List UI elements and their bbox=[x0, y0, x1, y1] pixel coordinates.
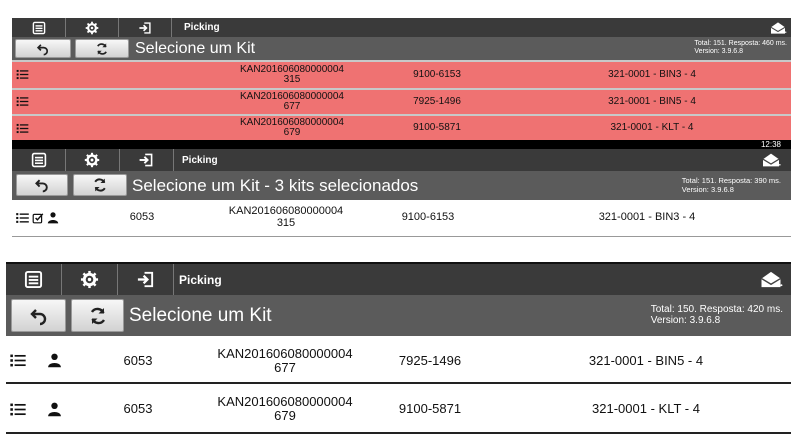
sign-in-icon bbox=[138, 21, 152, 35]
panel-kit-list-3: Picking Selecione um Kit Total: 150. Res… bbox=[6, 262, 791, 437]
kit-number: 6053 bbox=[123, 401, 153, 417]
table-row[interactable]: 6053 KAN201606080000004 679 9100-5871 321… bbox=[6, 386, 791, 434]
panel-kit-list-2: 12:38 Picking Selecione um Kit - 3 kits … bbox=[12, 140, 791, 237]
menu-button[interactable] bbox=[12, 18, 66, 37]
checkbox-checked-icon[interactable] bbox=[32, 212, 44, 224]
envelope-icon bbox=[769, 21, 787, 35]
part-number: 7925-1496 bbox=[413, 95, 461, 107]
part-number: 9100-6153 bbox=[401, 211, 455, 224]
status-info: Total: 151. Resposta: 390 ms. Version: 3… bbox=[682, 176, 781, 194]
kit-code: KAN201606080000004 315 bbox=[228, 205, 344, 229]
envelope-icon bbox=[761, 152, 781, 168]
user-icon bbox=[46, 352, 63, 368]
back-button[interactable] bbox=[15, 39, 71, 58]
status-info: Total: 151. Resposta: 460 ms. Version: 3… bbox=[694, 40, 787, 56]
android-status-bar: 12:38 bbox=[12, 140, 791, 149]
status-version: Version: 3.9.6.8 bbox=[694, 48, 744, 55]
header-bar: Selecione um Kit Total: 150. Resposta: 4… bbox=[6, 295, 791, 336]
list-icon bbox=[24, 270, 43, 289]
clock: 12:38 bbox=[760, 140, 781, 149]
table-row-selected[interactable]: KAN201606080000004 677 7925-1496 321-0001… bbox=[12, 90, 791, 114]
sign-in-icon bbox=[138, 152, 154, 168]
part-number: 9100-5871 bbox=[398, 401, 462, 417]
header-bar: Selecione um Kit Total: 151. Resposta: 4… bbox=[12, 37, 791, 60]
location: 321-0001 - BIN3 - 4 bbox=[598, 211, 696, 224]
refresh-button[interactable] bbox=[71, 299, 124, 332]
kit-code: KAN201606080000004 679 bbox=[240, 116, 344, 138]
list-icon bbox=[31, 152, 47, 168]
location: 321-0001 - BIN5 - 4 bbox=[608, 95, 696, 107]
status-total: Total: 151. Resposta: 460 ms. bbox=[694, 40, 787, 47]
refresh-icon bbox=[92, 177, 108, 193]
table-row-selected[interactable]: KAN201606080000004 315 9100-6153 321-0001… bbox=[12, 62, 791, 88]
envelope-icon bbox=[759, 270, 783, 289]
app-title: Picking bbox=[184, 22, 220, 33]
list-icon bbox=[16, 68, 29, 81]
status-total: Total: 150. Resposta: 420 ms. bbox=[650, 304, 783, 315]
panel-kit-list-1: Picking Selecione um Kit Total: 151. Res… bbox=[12, 18, 791, 140]
gear-icon bbox=[80, 270, 99, 289]
undo-icon bbox=[34, 177, 50, 193]
status-info: Total: 150. Resposta: 420 ms. Version: 3… bbox=[651, 304, 783, 326]
list-icon bbox=[15, 211, 30, 225]
undo-icon bbox=[36, 42, 50, 56]
list-icon bbox=[9, 401, 27, 418]
kit-code: KAN201606080000004 679 bbox=[217, 394, 353, 423]
page-title: Selecione um Kit - 3 kits selecionados bbox=[132, 175, 419, 195]
status-version: Version: 3.9.6.8 bbox=[681, 185, 734, 194]
status-total: Total: 151. Resposta: 390 ms. bbox=[681, 176, 781, 185]
list-icon bbox=[32, 21, 46, 35]
location: 321-0001 - KLT - 4 bbox=[592, 401, 700, 417]
messages-button[interactable] bbox=[761, 149, 781, 171]
list-icon bbox=[16, 95, 29, 108]
table-row[interactable]: 6053 KAN201606080000004 315 9100-6153 321… bbox=[12, 202, 791, 234]
user-icon bbox=[46, 401, 63, 417]
toolbar: Picking bbox=[6, 262, 791, 296]
sign-in-icon bbox=[136, 270, 155, 289]
back-button[interactable] bbox=[11, 299, 66, 332]
logout-button[interactable] bbox=[119, 149, 174, 171]
logout-button[interactable] bbox=[117, 264, 174, 295]
messages-button[interactable] bbox=[759, 264, 783, 295]
status-version: Version: 3.9.6.8 bbox=[650, 315, 721, 326]
refresh-button[interactable] bbox=[73, 174, 127, 196]
gear-icon bbox=[85, 21, 99, 35]
kit-number: 6053 bbox=[123, 352, 153, 368]
refresh-icon bbox=[95, 42, 109, 56]
header-bar: Selecione um Kit - 3 kits selecionados T… bbox=[12, 171, 791, 200]
page-title: Selecione um Kit bbox=[129, 304, 272, 326]
list-icon bbox=[16, 122, 29, 135]
settings-button[interactable] bbox=[65, 149, 120, 171]
logout-button[interactable] bbox=[118, 18, 172, 37]
part-number: 9100-6153 bbox=[413, 68, 461, 80]
part-number: 9100-5871 bbox=[413, 121, 461, 133]
back-button[interactable] bbox=[16, 174, 68, 196]
page-title: Selecione um Kit bbox=[135, 39, 256, 57]
list-icon bbox=[9, 352, 27, 369]
kit-code: KAN201606080000004 315 bbox=[240, 63, 344, 85]
user-icon bbox=[46, 211, 60, 224]
location: 321-0001 - KLT - 4 bbox=[610, 121, 694, 133]
undo-icon bbox=[29, 306, 49, 326]
table-row-selected[interactable]: KAN201606080000004 679 9100-5871 321-0001… bbox=[12, 116, 791, 140]
app-title: Picking bbox=[179, 272, 222, 287]
settings-button[interactable] bbox=[61, 264, 118, 295]
refresh-button[interactable] bbox=[75, 39, 129, 58]
messages-button[interactable] bbox=[769, 18, 787, 37]
kit-code: KAN201606080000004 677 bbox=[240, 90, 344, 112]
location: 321-0001 - BIN5 - 4 bbox=[588, 352, 704, 368]
part-number: 7925-1496 bbox=[398, 352, 462, 368]
kit-number: 6053 bbox=[129, 211, 155, 224]
settings-button[interactable] bbox=[65, 18, 119, 37]
location: 321-0001 - BIN3 - 4 bbox=[608, 68, 696, 80]
toolbar: Picking bbox=[12, 149, 791, 172]
app-title: Picking bbox=[182, 154, 218, 166]
menu-button[interactable] bbox=[6, 264, 62, 295]
refresh-icon bbox=[88, 306, 108, 326]
table-row[interactable]: 6053 KAN201606080000004 677 7925-1496 321… bbox=[6, 339, 791, 384]
gear-icon bbox=[84, 152, 100, 168]
kit-code: KAN201606080000004 677 bbox=[217, 345, 353, 375]
menu-button[interactable] bbox=[12, 149, 66, 171]
toolbar: Picking bbox=[12, 18, 791, 38]
